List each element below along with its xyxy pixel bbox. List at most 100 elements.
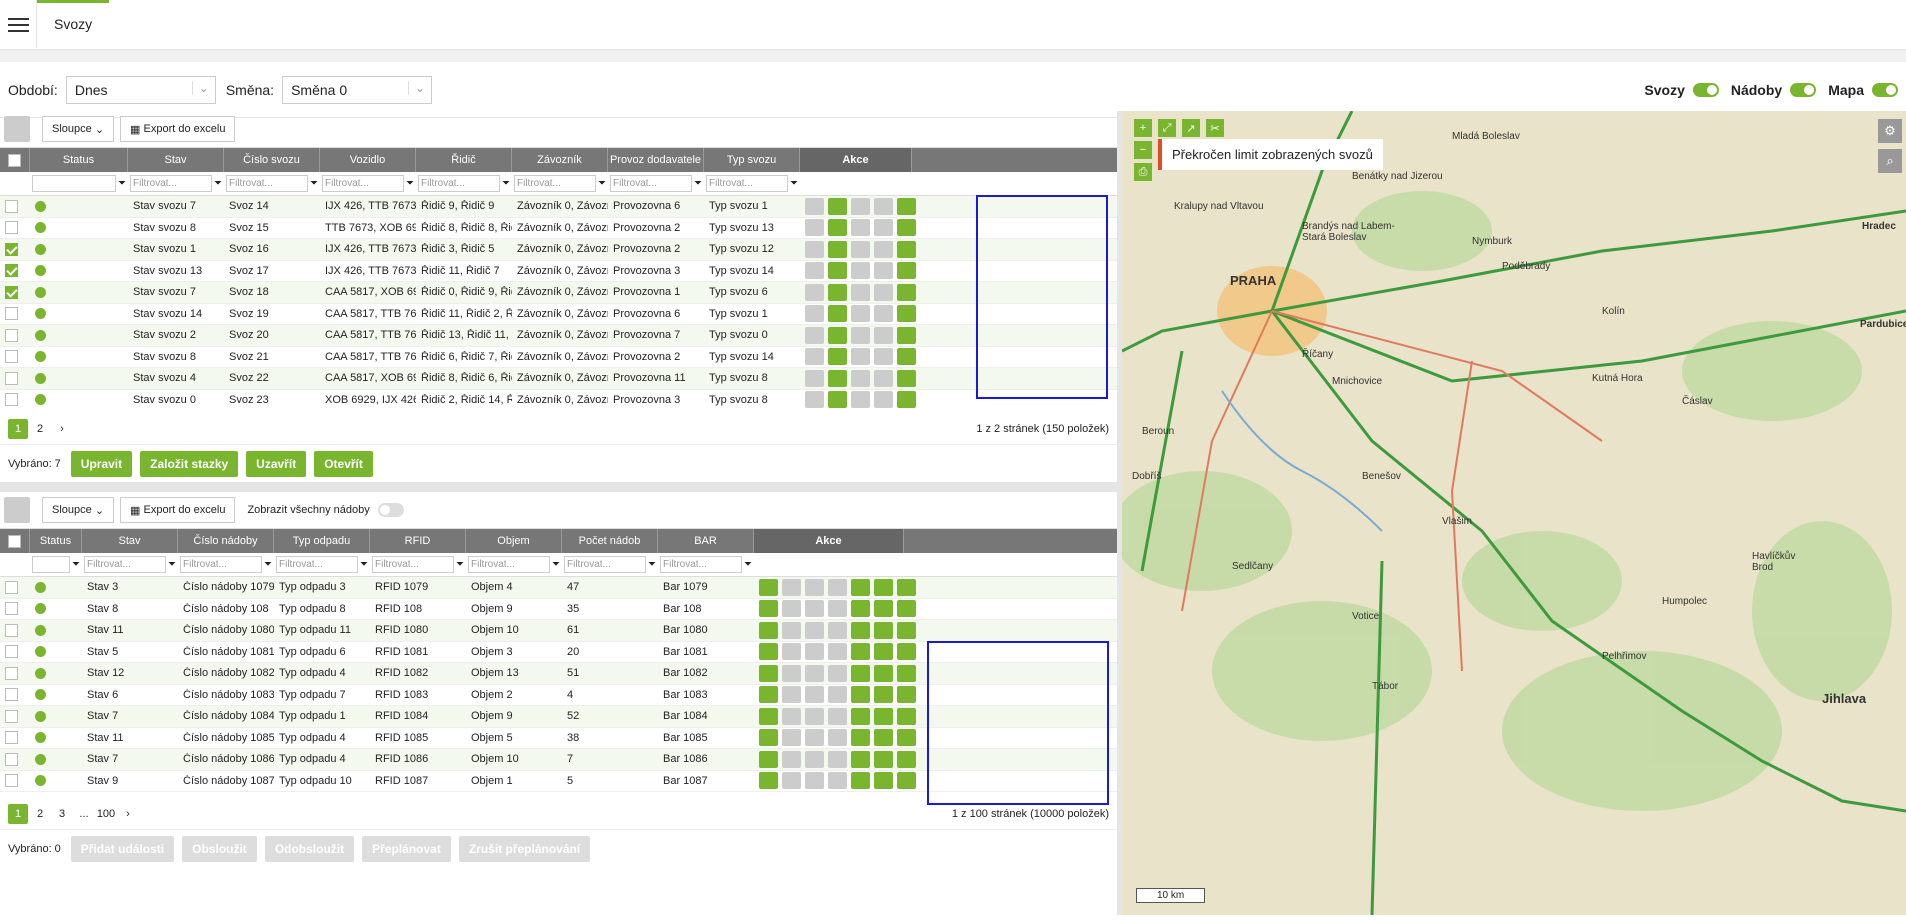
action-icon[interactable] (782, 707, 801, 725)
toggle-nadoby[interactable]: Nádoby (1731, 82, 1817, 98)
action-icon[interactable] (874, 578, 893, 596)
action-icon[interactable] (828, 578, 847, 596)
filter-input[interactable]: Filtrovat... (180, 556, 262, 573)
table-row[interactable]: Stav svozu 8 Svoz 15 TTB 7673, XOB 692... Ř… (0, 218, 1117, 239)
action-icon[interactable] (828, 197, 847, 215)
action-icon[interactable] (805, 283, 824, 301)
action-icon[interactable] (805, 686, 824, 704)
action-icon[interactable] (805, 240, 824, 258)
funnel-icon[interactable]: ⏷ (214, 178, 222, 189)
action-icon[interactable] (805, 262, 824, 280)
columns-button[interactable]: Sloupce ⌄ (42, 116, 115, 142)
table-row[interactable]: Stav svozu 0 Svoz 23 XOB 6929, IJX 426, ..… (0, 390, 1117, 408)
row-checkbox[interactable] (5, 307, 18, 321)
shift-select[interactable]: Směna 0 ⌄ (282, 75, 433, 104)
action-icon[interactable] (805, 219, 824, 237)
action-icon[interactable] (851, 643, 870, 661)
action-button[interactable]: Upravit (70, 450, 133, 477)
period-select[interactable]: Dnes ⌄ (65, 75, 216, 104)
filter-input[interactable]: Filtrovat... (322, 175, 404, 192)
action-icon[interactable] (851, 283, 870, 301)
action-icon[interactable] (874, 326, 893, 344)
action-icon[interactable] (897, 262, 916, 280)
funnel-icon[interactable]: ⏷ (552, 559, 560, 570)
row-checkbox[interactable] (5, 371, 18, 385)
switch[interactable] (1692, 82, 1719, 97)
action-icon[interactable] (782, 600, 801, 618)
action-icon[interactable] (782, 664, 801, 682)
funnel-icon[interactable]: ⏷ (456, 559, 464, 570)
zoom-out-icon[interactable]: − (1134, 141, 1152, 159)
action-icon[interactable] (897, 348, 916, 366)
action-icon[interactable] (851, 348, 870, 366)
row-checkbox[interactable] (5, 709, 18, 723)
row-checkbox[interactable] (5, 774, 18, 788)
action-icon[interactable] (874, 621, 893, 639)
action-icon[interactable] (828, 219, 847, 237)
filter-input[interactable]: Filtrovat... (660, 556, 742, 573)
column-header[interactable]: Vozidlo (320, 148, 416, 172)
action-icon[interactable] (874, 197, 893, 215)
action-icon[interactable] (782, 686, 801, 704)
action-icon[interactable] (828, 621, 847, 639)
page-button[interactable]: 1 (8, 419, 28, 439)
filter-input[interactable]: Filtrovat... (610, 175, 692, 192)
action-icon[interactable] (851, 369, 870, 387)
tab-svozy[interactable]: Svozy (36, 0, 110, 48)
column-header[interactable]: Provoz dodavatele (608, 148, 704, 172)
row-checkbox[interactable] (5, 264, 18, 278)
select-all-checkbox[interactable] (8, 534, 21, 548)
toggle-mapa[interactable]: Mapa (1828, 82, 1898, 98)
funnel-icon[interactable]: ⏷ (744, 559, 752, 570)
filter-input[interactable]: Filtrovat... (514, 175, 596, 192)
print-icon[interactable]: ⎙ (1134, 163, 1152, 181)
action-icon[interactable] (897, 707, 916, 725)
action-button[interactable]: Obsloužit (182, 835, 257, 862)
action-icon[interactable] (828, 707, 847, 725)
action-icon[interactable] (782, 578, 801, 596)
filter-input[interactable]: Filtrovat... (372, 556, 454, 573)
action-icon[interactable] (897, 664, 916, 682)
action-icon[interactable] (828, 772, 847, 790)
action-icon[interactable] (874, 262, 893, 280)
action-icon[interactable] (759, 686, 778, 704)
action-icon[interactable] (897, 219, 916, 237)
filter-input[interactable]: Filtrovat... (130, 175, 212, 192)
action-button[interactable]: Odobsloužit (264, 835, 355, 862)
action-icon[interactable] (759, 707, 778, 725)
switch[interactable] (1790, 82, 1817, 97)
action-icon[interactable] (851, 197, 870, 215)
table-row[interactable]: Stav svozu 8 Svoz 21 CAA 5817, TTB 767... Ř… (0, 347, 1117, 368)
action-icon[interactable] (851, 729, 870, 747)
column-header[interactable]: Status (30, 529, 82, 553)
action-icon[interactable] (828, 750, 847, 768)
action-icon[interactable] (897, 197, 916, 215)
column-header[interactable]: Akce (800, 148, 912, 172)
action-icon[interactable] (851, 305, 870, 323)
action-icon[interactable] (805, 621, 824, 639)
export-button[interactable]: ▦ Export do excelu (120, 497, 236, 523)
action-icon[interactable] (874, 391, 893, 408)
action-button[interactable]: Uzavřít (246, 450, 307, 477)
action-icon[interactable] (897, 621, 916, 639)
row-checkbox[interactable] (5, 393, 18, 407)
action-icon[interactable] (851, 686, 870, 704)
action-icon[interactable] (828, 305, 847, 323)
horizontal-splitter[interactable] (0, 482, 1117, 492)
action-icon[interactable] (851, 240, 870, 258)
action-icon[interactable] (897, 643, 916, 661)
filter-input[interactable]: Filtrovat... (226, 175, 308, 192)
column-header[interactable]: Řidič (416, 148, 512, 172)
action-icon[interactable] (897, 729, 916, 747)
column-header[interactable]: Číslo nádoby (178, 529, 274, 553)
table-row[interactable]: Stav 8 Číslo nádoby 108 Typ odpadu 8 RFID 1… (0, 599, 1117, 620)
funnel-icon[interactable]: ⏷ (598, 178, 606, 189)
filter-input[interactable]: Filtrovat... (706, 175, 788, 192)
filter-input[interactable] (32, 556, 70, 573)
action-icon[interactable] (828, 262, 847, 280)
action-button[interactable]: Otevřít (314, 450, 373, 477)
column-header[interactable]: Stav (82, 529, 178, 553)
funnel-icon[interactable]: ⏷ (694, 178, 702, 189)
action-icon[interactable] (897, 391, 916, 408)
row-checkbox[interactable] (5, 688, 18, 702)
